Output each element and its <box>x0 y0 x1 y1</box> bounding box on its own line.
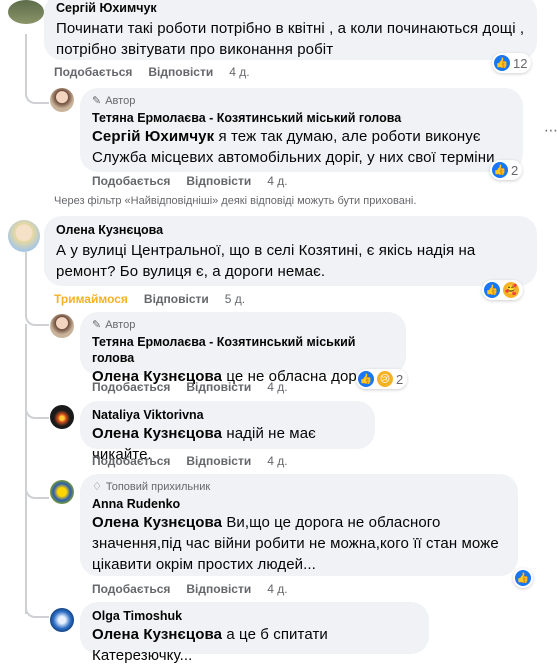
comment-bubble: ✎ Автор Тетяна Ермолаєва - Козятинський … <box>80 312 406 385</box>
pencil-icon: ✎ <box>92 319 102 331</box>
author-badge: ✎ Автор <box>92 95 136 107</box>
thread-elbow <box>25 594 49 618</box>
author-badge: ✎ Автор <box>92 319 136 331</box>
like-icon: 👍 <box>484 282 500 298</box>
like-button[interactable]: Подобається <box>92 582 170 596</box>
diamond-icon: ♢ <box>92 481 102 493</box>
comment-author[interactable]: Тетяна Ермолаєва - Козятинський міський … <box>92 334 394 366</box>
reaction-summary[interactable]: 👍 🥰 <box>482 280 523 300</box>
avatar[interactable] <box>50 88 74 112</box>
care-icon: 🥰 <box>503 282 519 298</box>
like-icon: 👍 <box>492 162 508 178</box>
mention-link[interactable]: Сергій Юхимчук <box>92 128 214 145</box>
comment-time[interactable]: 4 д. <box>267 454 287 468</box>
avatar[interactable] <box>8 220 40 252</box>
filter-note: Через фільтр «Найвідповідніші» деякі від… <box>54 195 417 207</box>
thread-elbow <box>25 300 49 326</box>
reaction-count: 2 <box>511 162 519 178</box>
comment-time[interactable]: 4 д. <box>267 582 287 596</box>
comment-text: Починати такі роботи потрібно в квітні ,… <box>56 20 525 58</box>
comment-bubble: Сергій Юхимчук Починати такі роботи потр… <box>44 0 537 60</box>
reply-button[interactable]: Відповісти <box>186 380 251 394</box>
comment-actions: Подобається Відповісти 4 д. <box>92 173 304 189</box>
sad-icon: 😢 <box>377 371 393 387</box>
reply-button[interactable]: Відповісти <box>186 582 251 596</box>
mention-link[interactable]: Олена Кузнєцова <box>92 425 222 442</box>
reaction-summary[interactable]: 👍 2 <box>490 160 523 180</box>
pencil-icon: ✎ <box>92 95 102 107</box>
thread-elbow <box>25 475 49 499</box>
comment-time[interactable]: 4 д. <box>267 174 287 188</box>
reply-button[interactable]: Відповісти <box>186 174 251 188</box>
comment-author[interactable]: Тетяна Ермолаєва - Козятинський міський … <box>92 110 511 126</box>
like-icon: 👍 <box>358 371 374 387</box>
comment-time[interactable]: 4 д. <box>267 380 287 394</box>
comment-time[interactable]: 4 д. <box>229 65 249 79</box>
reaction-count: 12 <box>513 55 528 71</box>
more-options-icon[interactable]: ⋯ <box>544 122 557 139</box>
mention-link[interactable]: Олена Кузнєцова <box>92 514 222 531</box>
comment-bubble: Olga Timoshuk Олена Кузнєцова а це б спи… <box>80 602 429 664</box>
comment-actions: Подобається Відповісти 4 д. <box>92 379 304 395</box>
comment-author[interactable]: Anna Rudenko <box>92 496 506 512</box>
like-button[interactable]: Подобається <box>92 380 170 394</box>
reaction-summary[interactable]: 👍 12 <box>492 53 532 73</box>
comment-bubble: Олена Кузнєцова А у вулиці Центральної, … <box>44 216 537 286</box>
reaction-summary[interactable]: 👍 <box>513 568 533 588</box>
like-icon: 👍 <box>494 55 510 71</box>
comment-author[interactable]: Nataliya Viktorivna <box>92 407 363 423</box>
comment-actions: Подобається Відповісти 4 д. <box>92 581 304 597</box>
like-button[interactable]: Подобається <box>92 174 170 188</box>
avatar[interactable] <box>8 0 44 24</box>
comment-text: Олена Кузнєцова а це б спитати Катерезюч… <box>92 626 328 664</box>
mention-link[interactable]: Олена Кузнєцова <box>92 626 222 643</box>
fan-badge: ♢ Топовий прихильник <box>92 481 211 493</box>
reaction-summary[interactable]: 👍 😢 2 <box>356 369 408 389</box>
like-button[interactable]: Подобається <box>92 454 170 468</box>
avatar[interactable] <box>50 608 74 632</box>
avatar[interactable] <box>50 480 74 504</box>
comment-author[interactable]: Olga Timoshuk <box>92 608 417 624</box>
reply-button[interactable]: Відповісти <box>186 454 251 468</box>
comment-actions: Подобається Відповісти 4 д. <box>92 453 304 469</box>
comment-actions: Подобається Відповісти 4 д. <box>54 64 266 80</box>
thread-line <box>25 324 27 614</box>
like-button[interactable]: Тримаймося <box>54 292 128 306</box>
avatar[interactable] <box>50 314 74 338</box>
thread-elbow <box>25 80 49 104</box>
reaction-count: 2 <box>396 371 404 387</box>
comment-author[interactable]: Сергій Юхимчук <box>56 0 525 16</box>
like-button[interactable]: Подобається <box>54 65 132 79</box>
comment-text: Сергій Юхимчук я теж так думаю, але робо… <box>92 128 504 166</box>
comment-text: А у вулиці Центральної, що в селі Козяти… <box>56 242 476 280</box>
comment-text: Олена Кузнєцова Ви,що це дорога не облас… <box>92 514 499 573</box>
comment-bubble: Nataliya Viktorivna Олена Кузнєцова наді… <box>80 401 375 463</box>
comment-time[interactable]: 5 д. <box>225 292 245 306</box>
like-icon: 👍 <box>515 570 531 586</box>
avatar[interactable] <box>50 405 74 429</box>
reply-button[interactable]: Відповісти <box>148 65 213 79</box>
reply-button[interactable]: Відповісти <box>144 292 209 306</box>
comment-bubble: ✎ Автор Тетяна Ермолаєва - Козятинський … <box>80 88 523 172</box>
thread-elbow <box>25 395 49 419</box>
comment-actions: Тримаймося Відповісти 5 д. <box>54 291 261 307</box>
comment-bubble: ♢ Топовий прихильник Anna Rudenko Олена … <box>80 474 518 576</box>
comment-author[interactable]: Олена Кузнєцова <box>56 222 525 238</box>
